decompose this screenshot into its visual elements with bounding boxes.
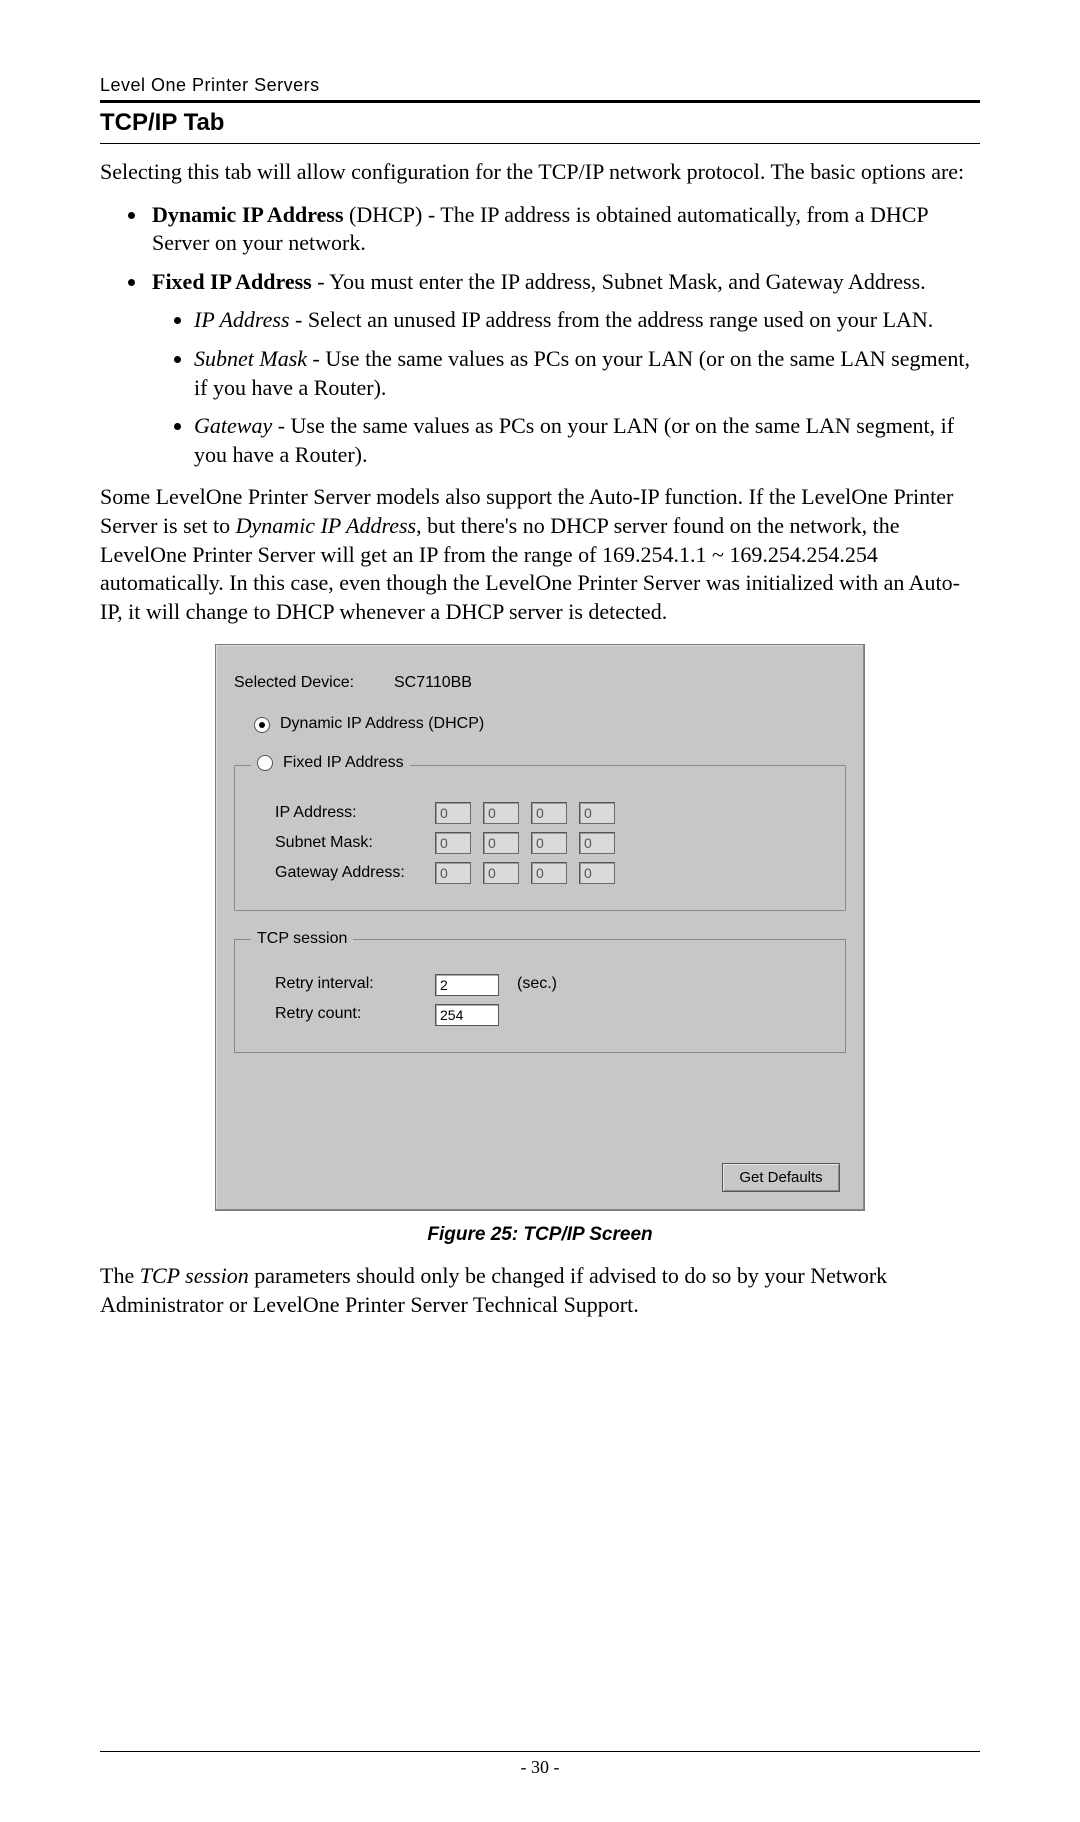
- subnet-octet-3[interactable]: [531, 832, 567, 854]
- option-list: Dynamic IP Address (DHCP) - The IP addre…: [100, 201, 980, 470]
- subnet-octet-1[interactable]: [435, 832, 471, 854]
- get-defaults-button[interactable]: Get Defaults: [722, 1163, 840, 1193]
- retry-interval-unit: (sec.): [517, 974, 557, 995]
- tcpip-dialog: Selected Device: SC7110BB Dynamic IP Add…: [215, 644, 865, 1211]
- subnet-label: Subnet Mask:: [275, 833, 435, 854]
- ip-octet-4[interactable]: [579, 802, 615, 824]
- retry-count-row: Retry count:: [275, 1004, 829, 1026]
- ip-address-row: IP Address:: [275, 802, 829, 824]
- screenshot-container: Selected Device: SC7110BB Dynamic IP Add…: [100, 644, 980, 1248]
- sub-gateway: Gateway - Use the same values as PCs on …: [194, 412, 980, 469]
- retry-interval-input[interactable]: [435, 974, 499, 996]
- tcp-session-legend: TCP session: [251, 929, 353, 950]
- ip-address-label: IP Address:: [275, 803, 435, 824]
- gateway-octet-4[interactable]: [579, 862, 615, 884]
- gateway-desc: Use the same values as PCs on your LAN (…: [194, 413, 954, 467]
- retry-count-input[interactable]: [435, 1004, 499, 1026]
- retry-interval-label: Retry interval:: [275, 974, 435, 995]
- gateway-octet-2[interactable]: [483, 862, 519, 884]
- gateway-label: Gateway Address:: [275, 863, 435, 884]
- subnet-term: Subnet Mask: [194, 346, 307, 371]
- subnet-octet-4[interactable]: [579, 832, 615, 854]
- ip-term: IP Address: [194, 307, 290, 332]
- closing-paragraph: The TCP session parameters should only b…: [100, 1262, 980, 1319]
- dhcp-term: Dynamic IP Address: [152, 202, 344, 227]
- autoip-paragraph: Some LevelOne Printer Server models also…: [100, 483, 980, 626]
- gateway-term: Gateway: [194, 413, 272, 438]
- subnet-sep: -: [307, 346, 325, 371]
- gateway-sep: -: [272, 413, 290, 438]
- dynamic-ip-label: Dynamic IP Address (DHCP): [280, 714, 484, 735]
- sub-subnet: Subnet Mask - Use the same values as PCs…: [194, 345, 980, 402]
- figure-caption: Figure 25: TCP/IP Screen: [100, 1223, 980, 1248]
- dhcp-paren: (DHCP) -: [344, 202, 441, 227]
- closing-pre: The: [100, 1263, 140, 1288]
- title-rule: [100, 143, 980, 144]
- fixed-desc: You must enter the IP address, Subnet Ma…: [329, 269, 925, 294]
- body-text: Selecting this tab will allow configurat…: [100, 158, 980, 1319]
- autoip-em: Dynamic IP Address: [236, 513, 416, 538]
- tcp-session-group: TCP session Retry interval: (sec.) Retry…: [234, 929, 846, 1053]
- ip-octet-2[interactable]: [483, 802, 519, 824]
- header-rule: [100, 100, 980, 103]
- option-dhcp: Dynamic IP Address (DHCP) - The IP addre…: [148, 201, 980, 258]
- subnet-row: Subnet Mask:: [275, 832, 829, 854]
- subnet-octet-2[interactable]: [483, 832, 519, 854]
- ip-octet-1[interactable]: [435, 802, 471, 824]
- section-title: TCP/IP Tab: [100, 109, 980, 137]
- sub-ip: IP Address - Select an unused IP address…: [194, 306, 980, 335]
- selected-device-label: Selected Device:: [234, 673, 384, 694]
- ip-desc: Select an unused IP address from the add…: [308, 307, 933, 332]
- fixed-sublist: IP Address - Select an unused IP address…: [152, 306, 980, 469]
- gateway-octet-1[interactable]: [435, 862, 471, 884]
- fixed-ip-radio[interactable]: Fixed IP Address: [257, 753, 404, 774]
- ip-sep: -: [290, 307, 308, 332]
- selected-device-value: SC7110BB: [394, 673, 472, 694]
- intro-paragraph: Selecting this tab will allow configurat…: [100, 158, 980, 187]
- page-number: - 30 -: [0, 1757, 1080, 1778]
- dynamic-ip-radio[interactable]: Dynamic IP Address (DHCP): [254, 714, 484, 735]
- running-header: Level One Printer Servers: [100, 75, 980, 96]
- gateway-octet-3[interactable]: [531, 862, 567, 884]
- radio-selected-icon: [254, 717, 270, 733]
- gateway-row: Gateway Address:: [275, 862, 829, 884]
- fixed-ip-group: Fixed IP Address IP Address: Subnet Mask…: [234, 753, 846, 911]
- fixed-sep: -: [312, 269, 330, 294]
- fixed-term: Fixed IP Address: [152, 269, 312, 294]
- dialog-button-row: Get Defaults: [234, 1163, 840, 1193]
- option-fixed: Fixed IP Address - You must enter the IP…: [148, 268, 980, 470]
- selected-device-row: Selected Device: SC7110BB: [234, 673, 846, 694]
- ip-octet-3[interactable]: [531, 802, 567, 824]
- radio-unselected-icon: [257, 755, 273, 771]
- retry-count-label: Retry count:: [275, 1004, 435, 1025]
- closing-em: TCP session: [140, 1263, 249, 1288]
- retry-interval-row: Retry interval: (sec.): [275, 974, 829, 996]
- footer-rule: [100, 1751, 980, 1752]
- fixed-ip-label: Fixed IP Address: [283, 753, 404, 774]
- page: Level One Printer Servers TCP/IP Tab Sel…: [0, 0, 1080, 1822]
